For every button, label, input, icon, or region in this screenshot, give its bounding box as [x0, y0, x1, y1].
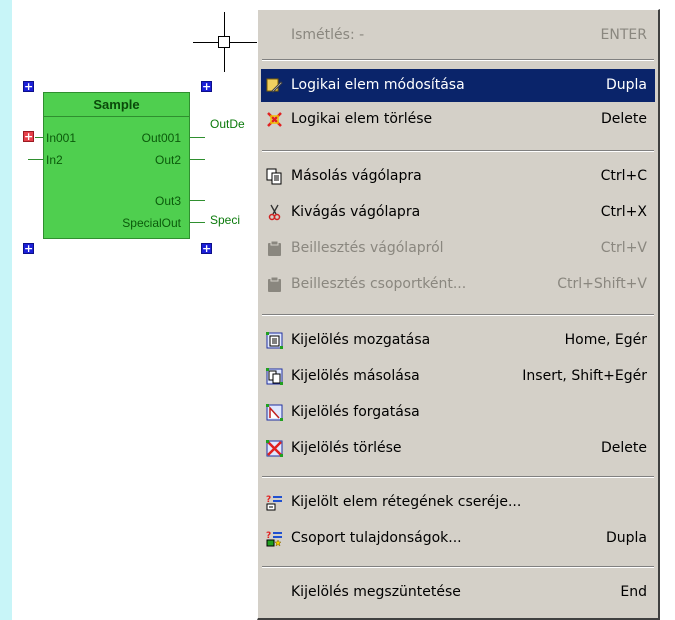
- menu-item-copy[interactable]: Másolás vágólapra Ctrl+C: [261, 160, 655, 193]
- output-pin-specialout[interactable]: SpecialOut: [122, 216, 181, 230]
- corner-handle-bottom-right[interactable]: +: [201, 243, 212, 254]
- menu-item-cut[interactable]: Kivágás vágólapra Ctrl+X: [261, 196, 655, 229]
- block-divider: [44, 116, 189, 117]
- menu-item-label: Beillesztés csoportként...: [291, 276, 467, 292]
- menu-separator: [262, 150, 654, 152]
- output-pin-out2[interactable]: Out2: [155, 153, 181, 167]
- menu-item-shortcut: Ctrl+Shift+V: [557, 276, 647, 292]
- menu-item-shortcut: Delete: [601, 440, 647, 456]
- menu-item-swap-layer[interactable]: ? Kijelölt elem rétegének cseréje...: [261, 486, 655, 519]
- move-selection-icon: [266, 332, 283, 349]
- menu-item-move-selection[interactable]: Kijelölés mozgatása Home, Egér: [261, 324, 655, 357]
- menu-item-label: Kijelölés forgatása: [291, 404, 420, 420]
- menu-item-shortcut: Ctrl+V: [600, 240, 647, 256]
- copy-selection-icon: [266, 368, 283, 385]
- menu-item-group-properties[interactable]: ? Csoport tulajdonságok... Dupla: [261, 522, 655, 555]
- menu-item-label: Kijelölés törlése: [291, 440, 402, 456]
- menu-item-label: Beillesztés vágólapról: [291, 240, 444, 256]
- menu-item-label: Kijelölés megszüntetése: [291, 584, 461, 600]
- block-title: Sample: [93, 97, 140, 112]
- menu-item-shortcut: Ctrl+X: [600, 204, 647, 220]
- delete-selection-icon: [266, 440, 283, 457]
- menu-item-shortcut: Dupla: [605, 77, 647, 93]
- delete-element-icon: [267, 112, 282, 127]
- menu-separator: [262, 566, 654, 568]
- output-wire-2: [190, 159, 205, 160]
- output-wire-1: [190, 137, 205, 138]
- left-panel-strip: [0, 0, 12, 620]
- input-pin-in001[interactable]: In001: [46, 131, 76, 145]
- output-pin-out001[interactable]: Out001: [142, 131, 181, 145]
- input-wire-2: [28, 159, 43, 160]
- external-label-out: OutDe: [210, 117, 245, 131]
- menu-item-label: Ismétlés: -: [291, 27, 365, 43]
- corner-handle-bottom-left[interactable]: +: [23, 243, 34, 254]
- context-menu: Ismétlés: - ENTER Logikai elem módosítás…: [257, 9, 660, 620]
- scissors-icon: [268, 204, 281, 221]
- menu-item-label: Kivágás vágólapra: [291, 204, 421, 220]
- menu-item-label: Kijelölt elem rétegének cseréje...: [291, 494, 522, 510]
- input-pin-in2[interactable]: In2: [46, 153, 63, 167]
- menu-item-repeat[interactable]: Ismétlés: - ENTER: [261, 19, 655, 52]
- menu-separator: [262, 59, 654, 61]
- output-wire-3: [190, 200, 205, 201]
- output-pin-out3[interactable]: Out3: [155, 194, 181, 208]
- menu-item-shortcut: End: [620, 584, 647, 600]
- menu-item-deselect[interactable]: Kijelölés megszüntetése End: [261, 576, 655, 609]
- logic-block[interactable]: Sample In001 In2 Out001 Out2 Out3 Specia…: [43, 92, 190, 239]
- menu-item-shortcut: Ctrl+C: [600, 168, 647, 184]
- menu-item-shortcut: ENTER: [600, 27, 647, 43]
- menu-item-delete-selection[interactable]: Kijelölés törlése Delete: [261, 432, 655, 465]
- corner-handle-top-left[interactable]: +: [23, 81, 34, 92]
- menu-item-delete-element[interactable]: Logikai elem törlése Delete: [261, 103, 655, 136]
- paste-group-icon: [268, 276, 281, 292]
- menu-item-label: Logikai elem módosítása: [291, 77, 465, 93]
- corner-handle-top-right[interactable]: +: [201, 81, 212, 92]
- paste-icon: [268, 240, 281, 256]
- menu-item-rotate-selection[interactable]: Kijelölés forgatása: [261, 396, 655, 429]
- group-properties-icon: ?: [266, 531, 282, 547]
- menu-item-paste[interactable]: Beillesztés vágólapról Ctrl+V: [261, 232, 655, 265]
- menu-item-label: Csoport tulajdonságok...: [291, 530, 462, 546]
- menu-item-copy-selection[interactable]: Kijelölés másolása Insert, Shift+Egér: [261, 360, 655, 393]
- menu-item-label: Logikai elem törlése: [291, 111, 433, 127]
- input-wire-1: [35, 137, 43, 138]
- menu-item-shortcut: Dupla: [605, 530, 647, 546]
- menu-separator: [262, 476, 654, 478]
- external-label-special: Speci: [210, 213, 241, 227]
- menu-item-edit-element[interactable]: Logikai elem módosítása Dupla: [261, 69, 655, 102]
- menu-item-paste-as-group[interactable]: Beillesztés csoportként... Ctrl+Shift+V: [261, 268, 655, 301]
- menu-item-shortcut: Home, Egér: [564, 332, 647, 348]
- edit-element-icon: [266, 78, 283, 93]
- menu-item-label: Kijelölés mozgatása: [291, 332, 431, 348]
- menu-item-shortcut: Insert, Shift+Egér: [522, 368, 647, 384]
- rotate-selection-icon: [266, 404, 283, 421]
- output-wire-4: [190, 222, 205, 223]
- layer-swap-icon: ?: [266, 495, 282, 511]
- menu-separator: [262, 314, 654, 316]
- menu-item-label: Kijelölés másolása: [291, 368, 420, 384]
- menu-item-label: Másolás vágólapra: [291, 168, 422, 184]
- input-add-handle[interactable]: +: [23, 131, 34, 142]
- copy-icon: [266, 168, 282, 185]
- menu-item-shortcut: Delete: [601, 111, 647, 127]
